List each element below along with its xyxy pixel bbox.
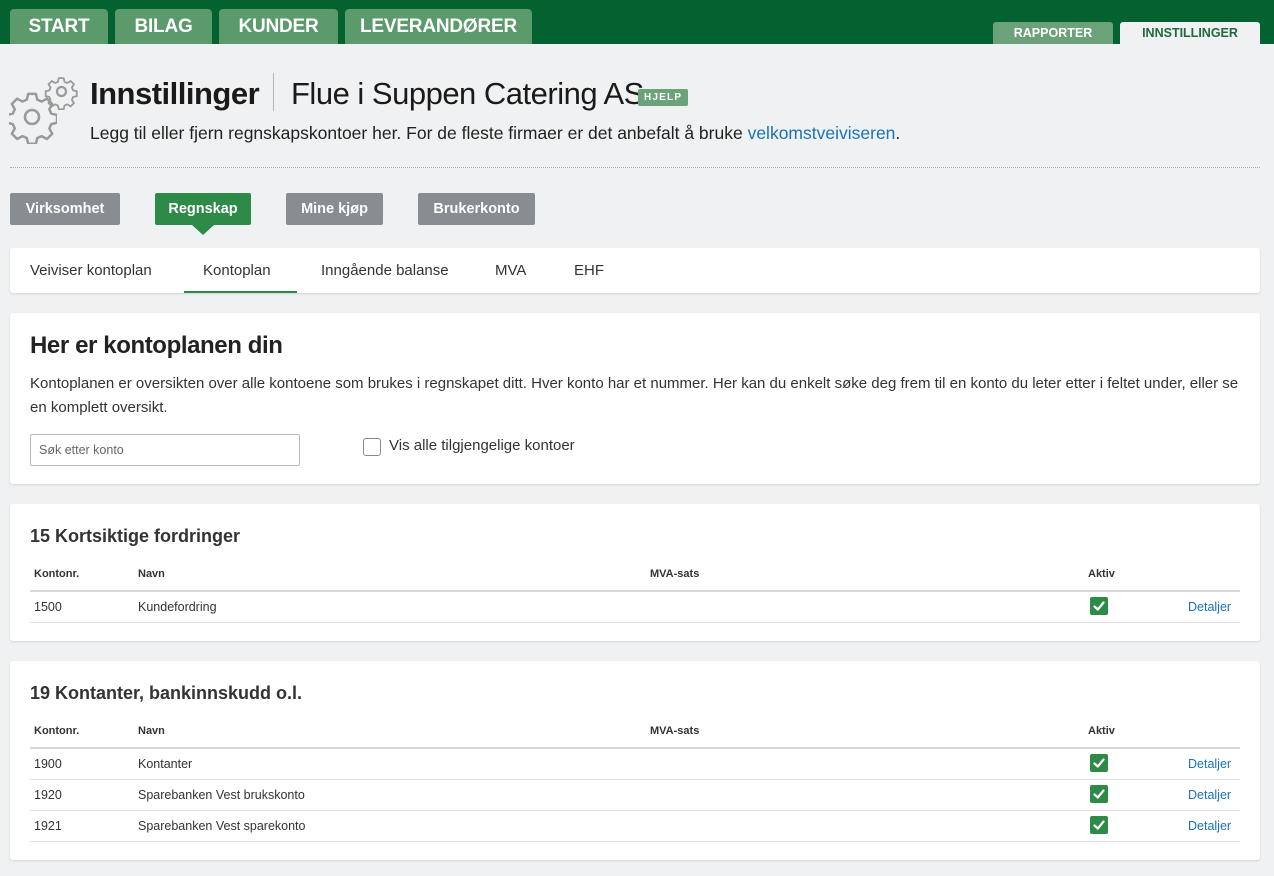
column-header-name: Navn bbox=[138, 568, 165, 580]
section-description: Kontoplanen er oversikten over alle kont… bbox=[30, 375, 1239, 416]
checkmark-icon bbox=[1093, 820, 1105, 830]
account-group-19: 19 Kontanter, bankinnskudd o.l. Kontonr.… bbox=[10, 661, 1260, 860]
table-row: 1500 Kundefordring Detaljer bbox=[30, 592, 1240, 623]
help-button[interactable]: HJELP bbox=[638, 89, 689, 106]
intro-card: Her er kontoplanen din Kontoplanen er ov… bbox=[10, 313, 1260, 484]
account-number: 1920 bbox=[34, 788, 62, 802]
tab-rapporter[interactable]: RAPPORTER bbox=[993, 22, 1113, 44]
checkmark-icon bbox=[1093, 789, 1105, 799]
table-row: 1920 Sparebanken Vest brukskonto Detalje… bbox=[30, 780, 1240, 811]
active-category-arrow bbox=[192, 225, 214, 235]
subtitle-text: Legg til eller fjern regnskapskontoer he… bbox=[90, 123, 748, 143]
tab-bilag[interactable]: BILAG bbox=[115, 9, 212, 44]
details-link[interactable]: Detaljer bbox=[1188, 757, 1231, 771]
title-divider bbox=[273, 73, 274, 111]
page-subtitle: Legg til eller fjern regnskapskontoer he… bbox=[90, 123, 900, 144]
category-mine-kjop[interactable]: Mine kjøp bbox=[286, 193, 383, 225]
subtab-inngaende-balanse[interactable]: Inngående balanse bbox=[321, 262, 449, 279]
tab-innstillinger[interactable]: INNSTILLINGER bbox=[1120, 22, 1260, 44]
active-subtab-indicator bbox=[184, 291, 297, 293]
account-number: 1900 bbox=[34, 757, 62, 771]
active-checkbox[interactable] bbox=[1090, 785, 1108, 803]
column-header-active: Aktiv bbox=[1088, 568, 1115, 580]
subtitle-suffix: . bbox=[895, 123, 901, 143]
tab-kunder[interactable]: KUNDER bbox=[219, 9, 338, 44]
tab-leverandorer[interactable]: LEVERANDØRER bbox=[345, 9, 532, 44]
category-regnskap[interactable]: Regnskap bbox=[155, 193, 251, 225]
tab-start[interactable]: START bbox=[10, 9, 108, 44]
table-row: 1900 Kontanter Detaljer bbox=[30, 749, 1240, 780]
section-title: Her er kontoplanen din bbox=[30, 332, 283, 359]
details-link[interactable]: Detaljer bbox=[1188, 819, 1231, 833]
category-virksomhet[interactable]: Virksomhet bbox=[10, 193, 120, 225]
column-header-name: Navn bbox=[138, 725, 165, 737]
group-title: 15 Kortsiktige fordringer bbox=[30, 526, 241, 546]
subtab-mva[interactable]: MVA bbox=[495, 262, 526, 279]
column-header-vat: MVA-sats bbox=[650, 725, 700, 737]
checkmark-icon bbox=[1093, 601, 1105, 611]
active-checkbox[interactable] bbox=[1090, 816, 1108, 834]
active-checkbox[interactable] bbox=[1090, 754, 1108, 772]
subtab-bar: Veiviser kontoplan Kontoplan Inngående b… bbox=[10, 248, 1260, 293]
header-divider bbox=[10, 167, 1260, 168]
details-link[interactable]: Detaljer bbox=[1188, 600, 1231, 614]
active-checkbox[interactable] bbox=[1090, 597, 1108, 615]
page-title: Innstillinger bbox=[90, 76, 260, 111]
subtab-ehf[interactable]: EHF bbox=[574, 262, 604, 279]
account-number: 1921 bbox=[34, 819, 62, 833]
top-navigation: START BILAG KUNDER LEVERANDØRER RAPPORTE… bbox=[0, 0, 1274, 44]
account-name: Kontanter bbox=[138, 757, 193, 771]
account-number: 1500 bbox=[34, 600, 62, 614]
account-group-15: 15 Kortsiktige fordringer Kontonr. Navn … bbox=[10, 504, 1260, 641]
column-header-number: Kontonr. bbox=[34, 725, 80, 737]
account-name: Sparebanken Vest sparekonto bbox=[138, 819, 306, 833]
account-name: Kundefordring bbox=[138, 600, 217, 614]
subtab-veiviser-kontoplan[interactable]: Veiviser kontoplan bbox=[30, 262, 152, 279]
checkmark-icon bbox=[1093, 758, 1105, 768]
column-header-active: Aktiv bbox=[1088, 725, 1115, 737]
company-name: Flue i Suppen Catering AS bbox=[291, 76, 644, 111]
gear-icon-small bbox=[44, 77, 78, 110]
show-all-label[interactable]: Vis alle tilgjengelige kontoer bbox=[389, 437, 575, 454]
welcome-wizard-link[interactable]: velkomstveiviseren bbox=[748, 123, 896, 143]
search-input[interactable] bbox=[30, 434, 300, 466]
column-header-number: Kontonr. bbox=[34, 568, 80, 580]
show-all-checkbox[interactable] bbox=[363, 438, 381, 456]
account-name: Sparebanken Vest brukskonto bbox=[138, 788, 305, 802]
group-title: 19 Kontanter, bankinnskudd o.l. bbox=[30, 683, 303, 703]
table-row: 1921 Sparebanken Vest sparekonto Detalje… bbox=[30, 811, 1240, 842]
details-link[interactable]: Detaljer bbox=[1188, 788, 1231, 802]
subtab-kontoplan[interactable]: Kontoplan bbox=[203, 262, 271, 279]
category-brukerkonto[interactable]: Brukerkonto bbox=[418, 193, 535, 225]
column-header-vat: MVA-sats bbox=[650, 568, 700, 580]
